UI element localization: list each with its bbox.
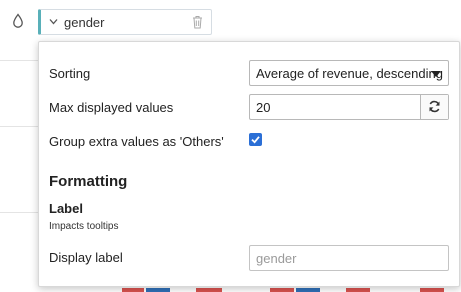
max-values-input[interactable]: 20 bbox=[249, 94, 449, 120]
sorting-selected-value: Average of revenue, descending bbox=[256, 66, 443, 81]
trash-icon[interactable] bbox=[192, 15, 203, 29]
dimension-pill[interactable]: gender bbox=[38, 9, 212, 35]
group-others-checkbox[interactable] bbox=[249, 133, 262, 146]
max-values-label: Max displayed values bbox=[49, 100, 174, 115]
reset-max-values-button[interactable] bbox=[420, 95, 448, 119]
label-helper-text: Impacts tooltips bbox=[49, 221, 119, 232]
chart-bar bbox=[146, 288, 170, 292]
caret-down-icon bbox=[431, 71, 441, 77]
display-label-placeholder: gender bbox=[256, 251, 297, 266]
chart-bar bbox=[122, 288, 144, 292]
chart-bar bbox=[196, 288, 222, 292]
drop-icon bbox=[13, 13, 23, 28]
formatting-heading: Formatting bbox=[49, 173, 128, 190]
max-values-value: 20 bbox=[256, 100, 271, 115]
chart-bar bbox=[296, 288, 320, 292]
display-label-input[interactable]: gender bbox=[249, 245, 449, 271]
refresh-icon bbox=[429, 100, 440, 113]
label-subheading: Label bbox=[49, 201, 83, 216]
group-others-label: Group extra values as 'Others' bbox=[49, 134, 224, 149]
chart-bar bbox=[270, 288, 294, 292]
divider bbox=[0, 212, 38, 213]
dimension-settings-popover: Sorting Average of revenue, descending M… bbox=[38, 41, 460, 287]
divider bbox=[0, 126, 38, 127]
chart-bar bbox=[420, 288, 444, 292]
sorting-label: Sorting bbox=[49, 66, 91, 81]
divider bbox=[0, 60, 38, 61]
checkmark-icon bbox=[251, 136, 260, 144]
chevron-down-icon[interactable] bbox=[49, 18, 58, 25]
sorting-select[interactable]: Average of revenue, descending bbox=[249, 60, 449, 86]
dimension-pill-label: gender bbox=[64, 15, 105, 30]
display-label-label: Display label bbox=[49, 250, 123, 265]
chart-bar bbox=[346, 288, 370, 292]
